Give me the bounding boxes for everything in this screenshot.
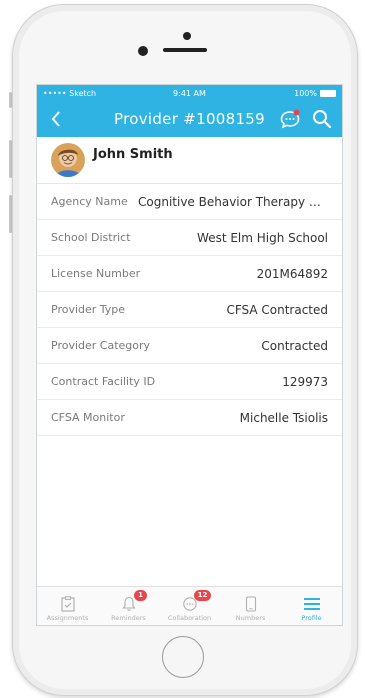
reminders-badge: 1	[134, 590, 147, 601]
home-button[interactable]	[162, 636, 204, 678]
profile-header: John Smith	[37, 137, 342, 184]
detail-label: Contract Facility ID	[51, 375, 156, 388]
chat-icon[interactable]	[278, 107, 302, 131]
app-screen: ••••• Sketch 9:41 AM 100% Provider #1008…	[36, 84, 343, 626]
clock: 9:41 AM	[173, 88, 206, 98]
tab-label: Assignments	[46, 614, 89, 622]
tab-numbers[interactable]: Numbers	[220, 587, 281, 625]
tab-assignments[interactable]: Assignments	[37, 587, 98, 625]
menu-icon	[303, 598, 320, 610]
detail-label: Provider Type	[51, 303, 126, 316]
search-icon[interactable]	[310, 107, 334, 131]
tab-profile[interactable]: Profile	[281, 587, 342, 625]
details-list: Agency Name Cognitive Behavior Therapy C…	[37, 184, 342, 436]
tab-reminders[interactable]: 1 Reminders	[98, 587, 159, 625]
detail-row-provider-category[interactable]: Provider Category Contracted	[37, 328, 342, 364]
detail-value: West Elm High School	[197, 230, 328, 245]
detail-label: School District	[51, 231, 131, 244]
collaboration-badge: 12	[194, 590, 211, 601]
bell-icon	[121, 596, 136, 611]
nav-actions	[278, 107, 334, 131]
back-chevron-icon[interactable]	[43, 101, 69, 137]
provider-name: John Smith	[93, 146, 173, 162]
tab-label: Numbers	[235, 614, 266, 622]
detail-row-license-number[interactable]: License Number 201M64892	[37, 256, 342, 292]
detail-label: Agency Name	[51, 195, 128, 208]
tab-collaboration[interactable]: 12 Collaboration	[159, 587, 220, 625]
tab-label: Profile	[301, 614, 322, 622]
detail-value: Contracted	[261, 338, 328, 353]
tab-bar: Assignments 1 Reminders 12 Collaboration…	[37, 586, 342, 625]
detail-label: CFSA Monitor	[51, 411, 125, 424]
detail-value: CFSA Contracted	[226, 302, 328, 317]
proximity-sensor	[138, 46, 148, 56]
tab-label: Reminders	[111, 614, 146, 622]
clipboard-icon	[60, 596, 75, 612]
phone-device-icon	[245, 596, 256, 612]
detail-row-agency-name[interactable]: Agency Name Cognitive Behavior Therapy C…	[37, 184, 342, 220]
avatar	[51, 143, 85, 177]
tab-label: Collaboration	[167, 614, 212, 622]
detail-value: 201M64892	[256, 266, 328, 281]
front-camera	[183, 32, 191, 40]
earpiece-speaker	[163, 48, 207, 52]
detail-label: Provider Category	[51, 339, 151, 352]
status-bar: ••••• Sketch 9:41 AM 100%	[37, 85, 342, 101]
detail-row-contract-facility-id[interactable]: Contract Facility ID 129973	[37, 364, 342, 400]
detail-value: Michelle Tsiolis	[239, 410, 328, 425]
detail-row-cfsa-monitor[interactable]: CFSA Monitor Michelle Tsiolis	[37, 400, 342, 436]
nav-bar: Provider #1008159	[37, 101, 342, 137]
detail-row-school-district[interactable]: School District West Elm High School	[37, 220, 342, 256]
detail-row-provider-type[interactable]: Provider Type CFSA Contracted	[37, 292, 342, 328]
detail-value: Cognitive Behavior Therapy C...	[138, 194, 328, 209]
detail-value: 129973	[282, 374, 328, 389]
detail-label: License Number	[51, 267, 141, 280]
